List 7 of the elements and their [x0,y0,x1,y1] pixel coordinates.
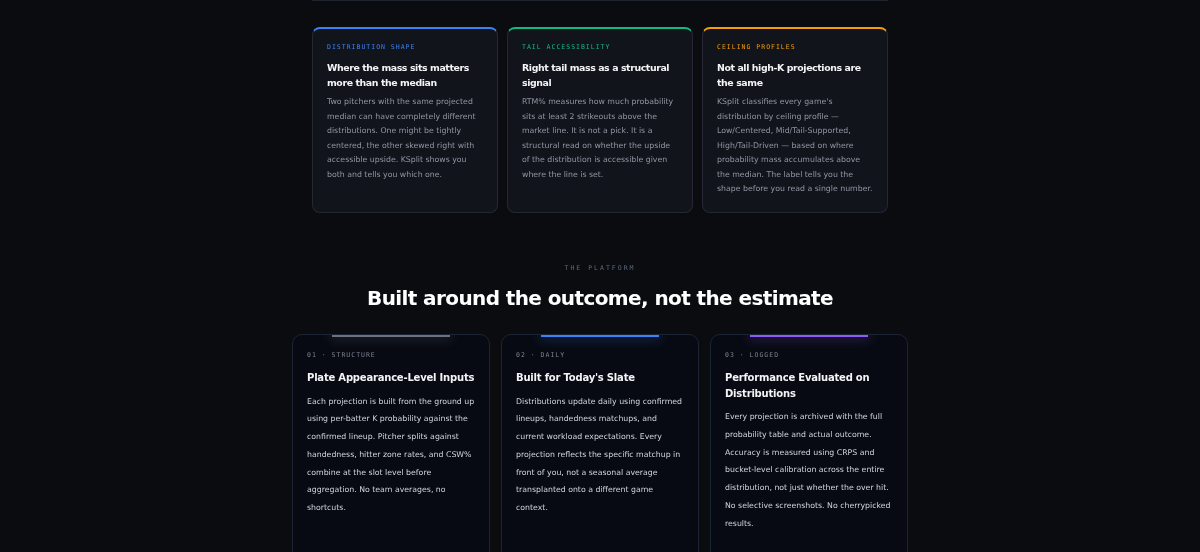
card-title: Plate Appearance-Level Inputs [307,371,475,385]
card-title: Not all high-K projections are the same [717,61,862,90]
card-title: Right tail mass as a structural signal [522,61,671,90]
card-title: Where the mass sits matters more than the median [327,61,470,90]
card-title: Performance Evaluated on Distributions [725,371,871,401]
card-title: Built for Today's Slate [516,371,636,385]
section-heading: Built around the outcome, not the estimate [367,286,833,310]
